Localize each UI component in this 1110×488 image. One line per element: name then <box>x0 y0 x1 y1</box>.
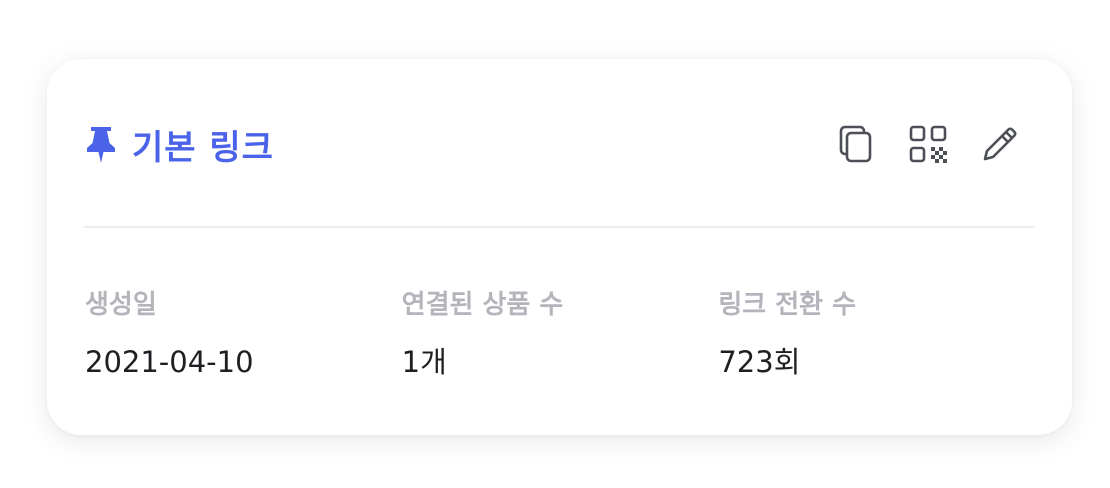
title-group: 기본 링크 <box>84 120 274 169</box>
card-title: 기본 링크 <box>132 127 274 168</box>
stat-value: 1개 <box>401 345 447 379</box>
copy-button[interactable] <box>837 125 875 163</box>
link-card: 기본 링크 생성일 2021-04-10 연결된 상품 수 1개 링크 전환 수… <box>47 59 1072 435</box>
pencil-icon <box>983 127 1017 161</box>
stat-created-date: 생성일 2021-04-10 <box>85 287 402 382</box>
pushpin-icon <box>87 127 115 163</box>
stat-label: 생성일 <box>85 290 157 320</box>
card-header: 기본 링크 <box>84 114 1035 174</box>
qr-code-button[interactable] <box>909 125 947 163</box>
stat-label: 연결된 상품 수 <box>401 290 564 320</box>
qr-code-icon <box>909 125 947 163</box>
stat-conversions: 링크 전환 수 723회 <box>718 287 1035 382</box>
edit-button[interactable] <box>981 125 1019 163</box>
stats-row: 생성일 2021-04-10 연결된 상품 수 1개 링크 전환 수 723회 <box>85 287 1035 382</box>
divider <box>84 226 1035 228</box>
stat-linked-products: 연결된 상품 수 1개 <box>402 287 719 382</box>
stat-label: 링크 전환 수 <box>718 290 857 320</box>
stat-value: 723회 <box>718 345 801 379</box>
header-actions <box>803 125 1019 163</box>
copy-icon <box>839 125 872 163</box>
stat-value: 2021-04-10 <box>85 345 254 379</box>
